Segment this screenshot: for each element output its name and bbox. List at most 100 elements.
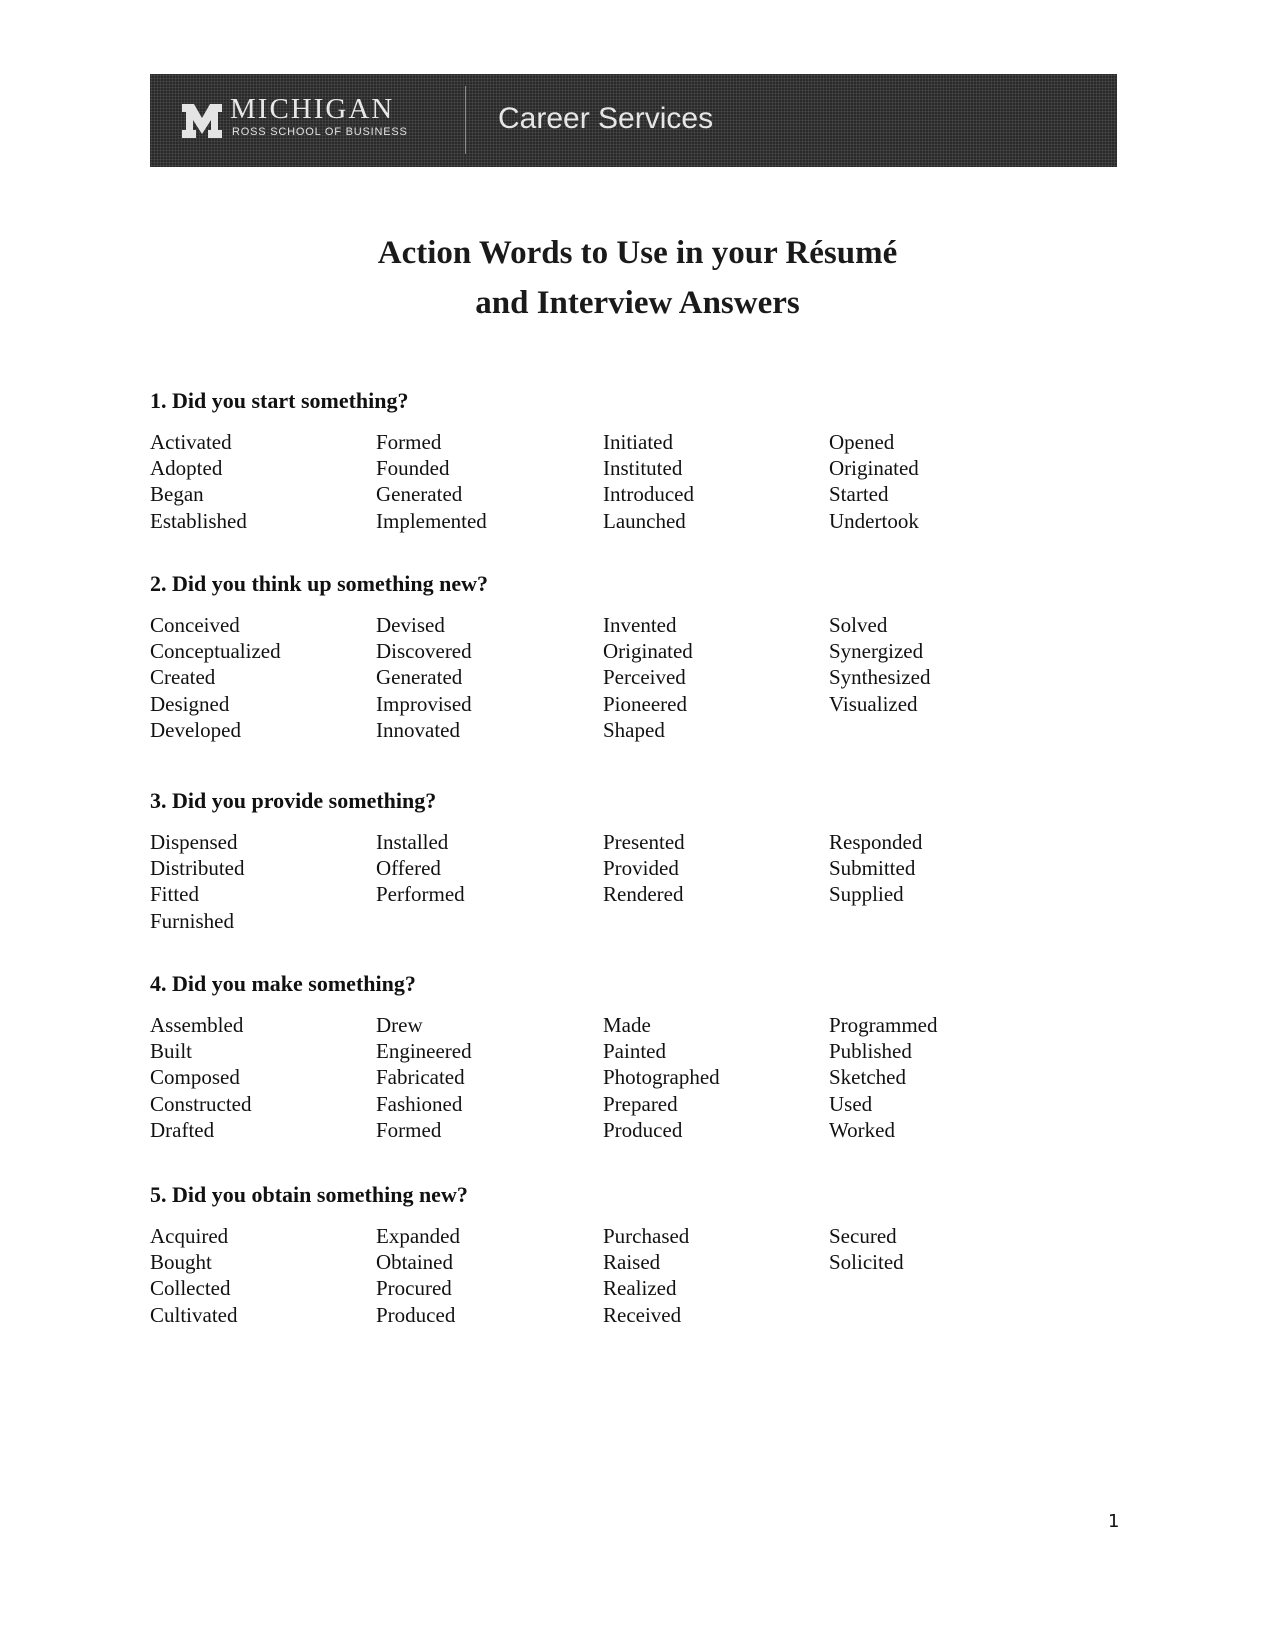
action-word: Opened — [829, 430, 895, 454]
logo-subtitle: ROSS SCHOOL OF BUSINESS — [232, 126, 408, 138]
action-word: Conceived — [150, 613, 240, 637]
word-column: Expanded Obtained Procured Produced — [376, 1223, 602, 1328]
action-word: Synthesized — [829, 665, 931, 690]
action-word: Created — [150, 665, 216, 690]
action-word: Purchased — [603, 1224, 690, 1248]
word-column: Invented Originated Perceived Pioneered Shap… — [603, 612, 829, 743]
action-word: Rendered — [603, 882, 684, 907]
word-column: Made Painted Photographed Prepared Produced — [603, 1012, 829, 1143]
word-column: Devised Discovered Generated Improvised Inno… — [376, 612, 602, 743]
action-word: Activated — [150, 430, 232, 454]
action-word: Formed — [376, 1117, 442, 1142]
action-word: Invented — [603, 613, 677, 637]
action-word: Submitted — [829, 856, 916, 881]
action-word: Developed — [150, 717, 241, 742]
action-word: Launched — [603, 508, 686, 533]
action-word: Used — [829, 1091, 873, 1116]
section-heading: 2. Did you think up something new? — [150, 571, 489, 596]
michigan-block-m-logo-icon — [182, 100, 222, 140]
action-word: Responded — [829, 830, 923, 854]
action-word: Discovered — [376, 639, 472, 664]
action-word: Performed — [376, 882, 465, 907]
word-column: Programmed Published Sketched Used Worked — [829, 1012, 1055, 1143]
action-word: Supplied — [829, 882, 904, 907]
action-word: Painted — [603, 1039, 666, 1064]
action-word: Photographed — [603, 1065, 720, 1090]
action-word: Drafted — [150, 1117, 215, 1142]
action-word: Presented — [603, 830, 685, 854]
action-word: Made — [603, 1013, 651, 1037]
action-word: Provided — [603, 856, 679, 881]
action-word: Implemented — [376, 508, 487, 533]
section-heading: 1. Did you start something? — [150, 388, 409, 413]
action-word: Raised — [603, 1250, 661, 1275]
action-word: Obtained — [376, 1250, 453, 1275]
action-word: Published — [829, 1039, 912, 1064]
header-banner: MICHIGAN ROSS SCHOOL OF BUSINESS Career … — [150, 74, 1117, 167]
title-line-1: Action Words to Use in your Résumé — [377, 235, 898, 271]
action-word: Installed — [376, 830, 449, 854]
word-column: Drew Engineered Fabricated Fashioned Formed — [376, 1012, 602, 1143]
action-word: Prepared — [603, 1091, 678, 1116]
action-word: Solved — [829, 613, 888, 637]
action-word: Assembled — [150, 1013, 244, 1037]
action-word: Bought — [150, 1250, 212, 1275]
action-word: Engineered — [376, 1039, 472, 1064]
word-column: Presented Provided Rendered — [603, 829, 829, 908]
section-heading: 4. Did you make something? — [150, 971, 416, 996]
word-column: Opened Originated Started Undertook — [829, 429, 1055, 534]
action-word: Devised — [376, 613, 445, 637]
action-word: Generated — [376, 482, 463, 507]
word-column: Conceived Conceptualized Created Designed De… — [150, 612, 376, 743]
action-word: Realized — [603, 1276, 677, 1301]
action-word: Dispensed — [150, 830, 238, 854]
action-word: Undertook — [829, 508, 919, 533]
document-title: Action Words to Use in your Résumé and I… — [0, 228, 1275, 328]
word-column: Formed Founded Generated Implemented — [376, 429, 602, 534]
action-word: Generated — [376, 665, 463, 690]
action-word: Sketched — [829, 1065, 906, 1090]
word-column: Secured Solicited — [829, 1223, 1055, 1275]
action-word: Designed — [150, 691, 230, 716]
action-word: Secured — [829, 1224, 897, 1248]
action-word: Pioneered — [603, 691, 687, 716]
word-column: Initiated Instituted Introduced Launched — [603, 429, 829, 534]
action-word: Built — [150, 1039, 193, 1064]
action-word: Worked — [829, 1117, 895, 1142]
action-word: Fitted — [150, 882, 200, 907]
action-word: Fashioned — [376, 1091, 463, 1116]
action-word: Composed — [150, 1065, 240, 1090]
action-word: Originated — [603, 639, 693, 664]
action-word: Collected — [150, 1276, 231, 1301]
action-word: Formed — [376, 430, 442, 454]
action-word: Conceptualized — [150, 639, 281, 664]
word-column: Activated Adopted Began Established — [150, 429, 376, 534]
action-word: Synergized — [829, 639, 924, 664]
action-word: Programmed — [829, 1013, 938, 1037]
word-column: Installed Offered Performed — [376, 829, 602, 908]
section-heading: 5. Did you obtain something new? — [150, 1182, 468, 1207]
action-word: Offered — [376, 856, 441, 881]
word-column: Purchased Raised Realized Received — [603, 1223, 829, 1328]
title-line-2: and Interview Answers — [475, 285, 800, 321]
action-word: Originated — [829, 456, 919, 481]
action-word: Perceived — [603, 665, 686, 690]
word-column: Solved Synergized Synthesized Visualized — [829, 612, 1055, 717]
action-word: Distributed — [150, 856, 245, 881]
action-word: Furnished — [150, 908, 234, 933]
action-word: Drew — [376, 1013, 423, 1037]
word-column: Acquired Bought Collected Cultivated — [150, 1223, 376, 1328]
action-word: Visualized — [829, 691, 918, 716]
action-word: Improvised — [376, 691, 472, 716]
action-word: Produced — [376, 1302, 456, 1327]
action-word: Shaped — [603, 717, 665, 742]
action-word: Introduced — [603, 482, 694, 507]
action-word: Cultivated — [150, 1302, 238, 1327]
word-column: Dispensed Distributed Fitted Furnished — [150, 829, 376, 934]
word-column: Assembled Built Composed Constructed Drafted — [150, 1012, 376, 1143]
banner-divider — [465, 86, 466, 154]
word-column: Responded Submitted Supplied — [829, 829, 1055, 908]
action-word: Founded — [376, 456, 450, 481]
action-word: Acquired — [150, 1224, 229, 1248]
action-word: Started — [829, 482, 889, 507]
